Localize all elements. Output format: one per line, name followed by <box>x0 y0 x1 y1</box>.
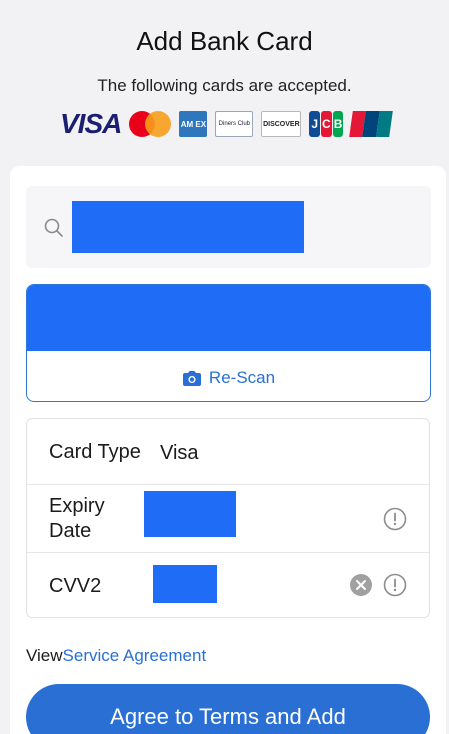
unionpay-logo <box>349 111 394 137</box>
redacted-card-number <box>27 285 430 351</box>
visa-logo: VISA <box>60 108 122 139</box>
info-icon[interactable] <box>383 573 407 597</box>
camera-icon <box>182 370 201 386</box>
redacted-expiry-date <box>144 491 236 537</box>
clear-icon[interactable] <box>349 573 373 597</box>
mastercard-logo <box>129 111 172 137</box>
service-agreement-link[interactable]: Service Agreement <box>63 646 207 665</box>
card-type-label: Card Type <box>49 441 141 463</box>
search-icon <box>44 218 63 237</box>
accepted-card-logos: VISA AM EX Diners Club DISCOVER JCB <box>60 108 400 140</box>
card-type-value: Visa <box>160 442 199 464</box>
info-icon[interactable] <box>383 507 407 531</box>
rescan-label: Re-Scan <box>208 368 276 387</box>
discover-logo: DISCOVER <box>261 111 302 137</box>
agreement-prefix: View <box>26 646 63 665</box>
jcb-logo: JCB <box>309 111 344 137</box>
cvv2-label: CVV2 <box>49 575 102 597</box>
cvv2-row[interactable]: CVV2 <box>27 553 429 619</box>
redacted-bank-name <box>72 201 304 253</box>
card-details-table: Card Type Visa Expiry Date CVV2 <box>26 418 430 618</box>
diners-club-logo: Diners Club <box>215 111 254 137</box>
card-type-row: Card Type Visa <box>27 419 429 485</box>
expiry-date-label: Expiry Date <box>49 495 105 542</box>
redacted-cvv2 <box>153 565 217 603</box>
rescan-button[interactable]: Re-Scan <box>26 356 431 400</box>
service-agreement-text: ViewService Agreement <box>26 646 206 666</box>
accepted-cards-text: The following cards are accepted. <box>97 76 352 95</box>
amex-logo: AM EX <box>179 111 208 137</box>
bank-search-field[interactable] <box>26 186 431 268</box>
agree-and-add-button[interactable]: Agree to Terms and Add <box>26 684 430 734</box>
expiry-date-row[interactable]: Expiry Date <box>27 485 429 553</box>
page-title: Add Bank Card <box>136 26 313 56</box>
